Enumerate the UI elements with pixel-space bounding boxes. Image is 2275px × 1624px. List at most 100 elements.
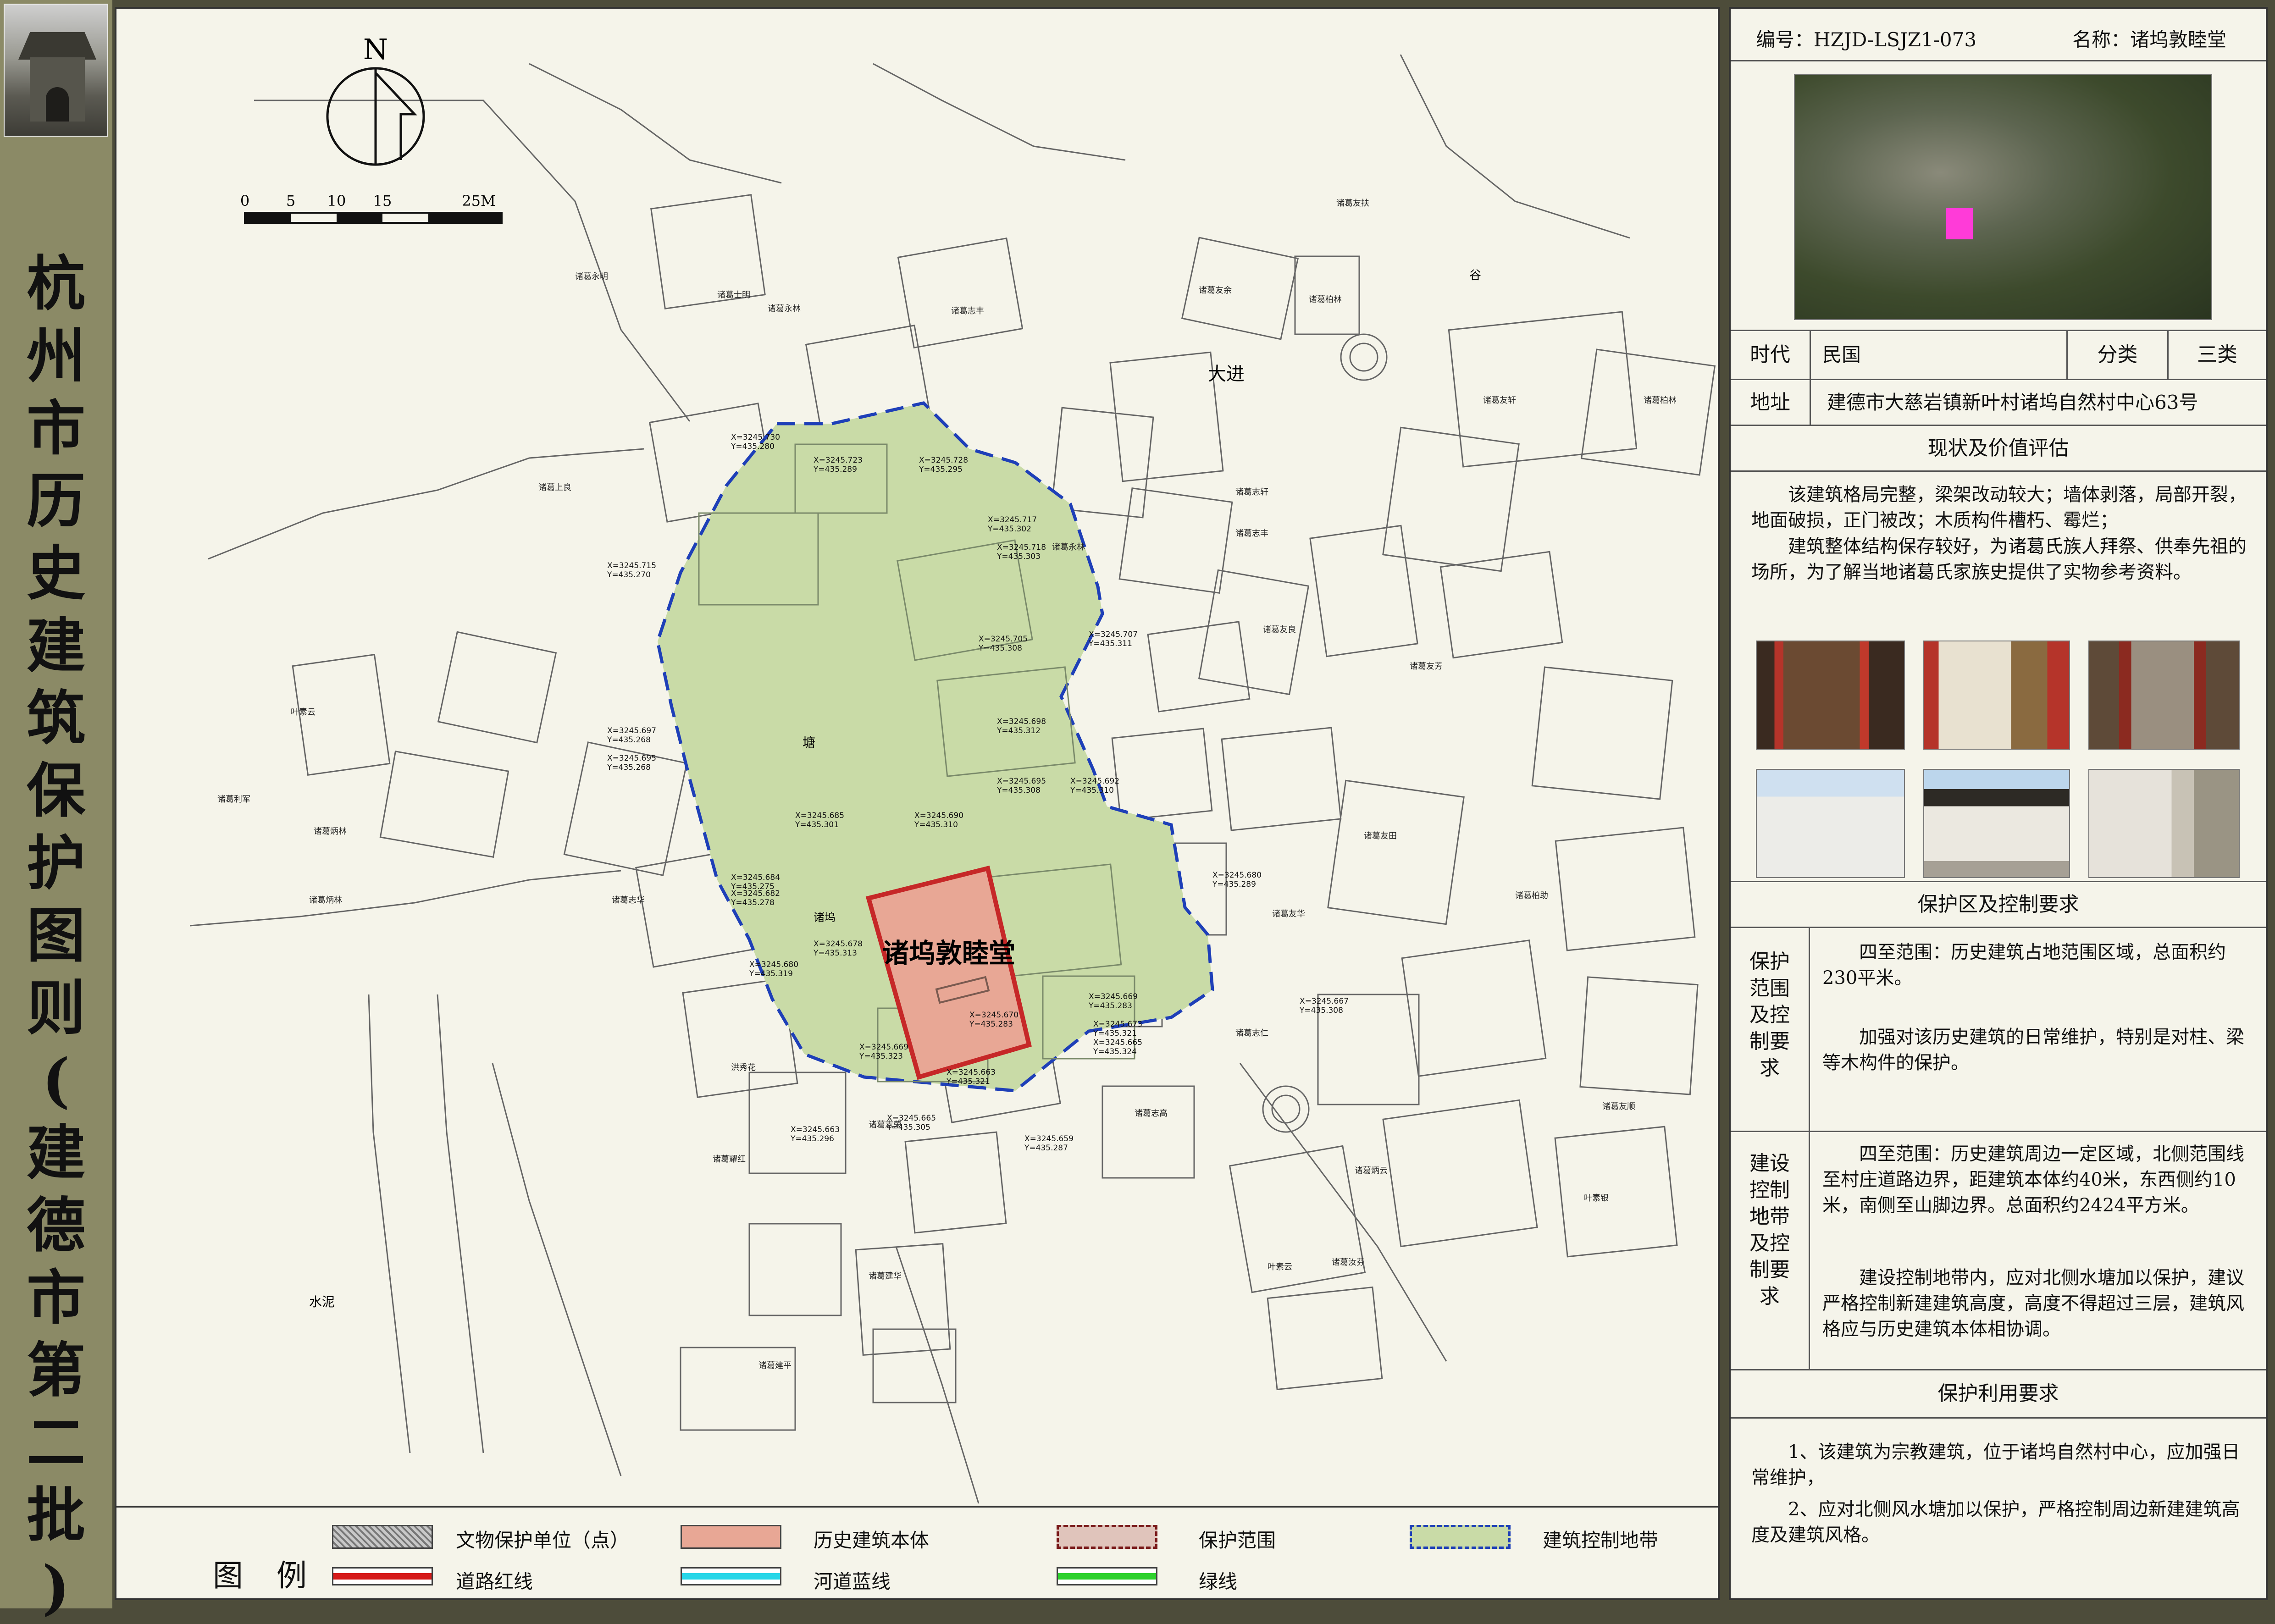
title-char: 市: [26, 1264, 85, 1332]
coord-label: Y=435.268: [607, 763, 651, 772]
coord-label: Y=435.296: [790, 1134, 834, 1143]
coord-label: X=3245.678: [814, 939, 863, 949]
owner-label: 诸葛友余: [1199, 286, 1232, 295]
coord-label: X=3245.680: [749, 960, 798, 969]
protect-title: 保护区及控制要求: [1917, 893, 2079, 916]
photo-4: [1756, 769, 1905, 878]
coord-label: Y=435.321: [946, 1077, 990, 1086]
class-value: 三类: [2197, 343, 2237, 366]
legend-swatch-heritage-point: [332, 1525, 433, 1549]
status-text-1: 该建筑格局完整，梁架改动较大；墙体剥落，局部开裂，地面破损，正门被改；木质构件槽…: [1751, 484, 2247, 531]
place-label: 水泥: [309, 1294, 335, 1309]
owner-label: 诸葛友顺: [1602, 1102, 1635, 1111]
coord-label: X=3245.717: [988, 515, 1037, 525]
title-char: 保: [26, 757, 85, 825]
coord-label: Y=435.313: [813, 949, 857, 958]
coord-label: Y=435.287: [1024, 1143, 1068, 1153]
coord-label: X=3245.685: [795, 811, 844, 820]
coord-label: Y=435.283: [969, 1020, 1013, 1029]
owner-label: 诸葛柏林: [1309, 295, 1342, 304]
coord-label: X=3245.669: [859, 1043, 908, 1052]
owner-label: 诸葛建平: [758, 1361, 792, 1370]
protect-title-row: 保护区及控制要求: [1731, 882, 2266, 928]
photo-6: [2088, 769, 2240, 878]
legend-label-heritage-point: 文物保护单位（点）: [456, 1529, 630, 1552]
owner-label: 诸葛友华: [1272, 909, 1305, 919]
coord-label: Y=435.295: [919, 465, 963, 474]
era-key: 时代: [1731, 331, 1811, 379]
owner-label: 诸葛炳云: [1355, 1166, 1388, 1176]
legend-swatch-greenline: [1057, 1567, 1157, 1585]
protect-range-label: 保护范围及控制要求: [1749, 950, 1790, 1080]
owner-label: 诸葛耀红: [713, 1154, 746, 1164]
owner-label: 诸葛志高: [1135, 1109, 1168, 1118]
owner-label: 诸葛友扶: [1336, 199, 1369, 208]
sidebar: 杭 州 市 历 史 建 筑 保 护 图 则 ( 建 德 市 第 二 批 ): [0, 0, 112, 1622]
coord-label: Y=435.270: [607, 570, 651, 580]
coord-label: X=3245.670: [969, 1011, 1018, 1020]
coord-label: Y=435.308: [996, 786, 1041, 795]
satellite-row: [1731, 61, 2266, 331]
north-arrow: [326, 67, 425, 166]
coord-label: Y=435.310: [914, 820, 958, 829]
coord-label: X=3245.692: [1070, 777, 1119, 786]
title-char: 筑: [26, 684, 85, 753]
protect-range-text-2: 加强对该历史建筑的日常维护，特别是对柱、梁等木构件的保护。: [1822, 1027, 2244, 1073]
coord-label: Y=435.301: [795, 820, 839, 829]
location-highlight: [1946, 208, 1973, 239]
satellite-image: [1794, 74, 2212, 320]
protect-range-text-1: 四至范围：历史建筑占地范围区域，总面积约230平米。: [1822, 942, 2226, 989]
status-row: 该建筑格局完整，梁架改动较大；墙体剥落，局部开裂，地面破损，正门被改；木质构件槽…: [1731, 472, 2266, 882]
use-text-1: 1、该建筑为宗教建筑，位于诸坞自然村中心，应加强日常维护，: [1751, 1442, 2240, 1488]
vertical-title: 杭 州 市 历 史 建 筑 保 护 图 则 ( 建 德 市 第 二 批 ): [10, 248, 102, 1624]
era-row: 时代 民国 分类 三类: [1731, 331, 2266, 380]
coord-label: Y=435.324: [1093, 1047, 1137, 1056]
title-char: 图: [26, 901, 85, 970]
owner-label: 叶素云: [1268, 1262, 1292, 1272]
owner-label: 诸葛上良: [538, 483, 571, 492]
owner-label: 诸葛汝芬: [1332, 1258, 1365, 1267]
coord-label: Y=435.268: [607, 735, 651, 745]
coord-label: Y=435.303: [996, 552, 1041, 561]
control-text-1: 四至范围：历史建筑周边一定区域，北侧范围线至村庄道路边界，距建筑本体约40米，东…: [1822, 1143, 2244, 1216]
scale-tick: 25M: [462, 192, 495, 210]
class-key: 分类: [2068, 331, 2169, 379]
owner-label: 诸葛志华: [612, 895, 645, 905]
legend-swatch-control-zone: [1410, 1525, 1511, 1549]
coord-label: Y=435.289: [813, 465, 857, 474]
place-label: 大进: [1208, 364, 1245, 385]
pond-label: 塘: [803, 735, 815, 750]
coord-label: X=3245.705: [979, 635, 1028, 644]
use-title-row: 保护利用要求: [1731, 1370, 2266, 1419]
owner-label: 诸葛志轩: [1235, 487, 1268, 497]
owner-label: 诸葛友田: [1364, 831, 1397, 841]
title-char: 史: [26, 539, 85, 608]
status-text-2: 建筑整体结构保存较好，为诸葛氏族人拜祭、供奉先祖的场所，为了解当地诸葛氏家族史提…: [1751, 536, 2247, 583]
title-char: 护: [26, 829, 85, 898]
coord-label: X=3245.718: [997, 543, 1046, 552]
coord-label: X=3245.665: [1093, 1038, 1142, 1047]
scale-tick: 5: [286, 192, 295, 210]
coord-label: Y=435.280: [731, 442, 775, 451]
coord-label: Y=435.321: [1093, 1029, 1137, 1038]
control-text-2: 建设控制地带内，应对北侧水塘加以保护，建议严格控制新建建筑高度，高度不得超过三层…: [1822, 1267, 2244, 1340]
coord-label: Y=435.310: [1070, 786, 1114, 795]
owner-label: 诸葛友良: [1263, 625, 1296, 635]
status-title-row: 现状及价值评估: [1731, 426, 2266, 472]
photo-1: [1756, 641, 1905, 750]
coord-label: X=3245.698: [997, 717, 1046, 726]
code-label: 编号：HZJD-LSJZ1-073: [1756, 28, 1977, 51]
owner-label: 诸葛友芳: [1410, 662, 1443, 671]
coord-label: Y=435.308: [978, 644, 1022, 653]
coord-label: Y=435.283: [1088, 1001, 1132, 1011]
coord-label: X=3245.665: [887, 1114, 936, 1123]
coord-label: X=3245.715: [607, 561, 656, 570]
coord-label: Y=435.305: [886, 1123, 930, 1132]
use-title: 保护利用要求: [1937, 1382, 2059, 1405]
legend-label-protect-range: 保护范围: [1199, 1529, 1276, 1552]
coord-label: X=3245.659: [1024, 1134, 1074, 1143]
legend-swatch-protect-range: [1057, 1525, 1157, 1549]
photo-5: [1923, 769, 2070, 878]
building-name-label: 诸坞敦睦堂: [882, 938, 1015, 969]
scale-bar: [244, 212, 503, 224]
